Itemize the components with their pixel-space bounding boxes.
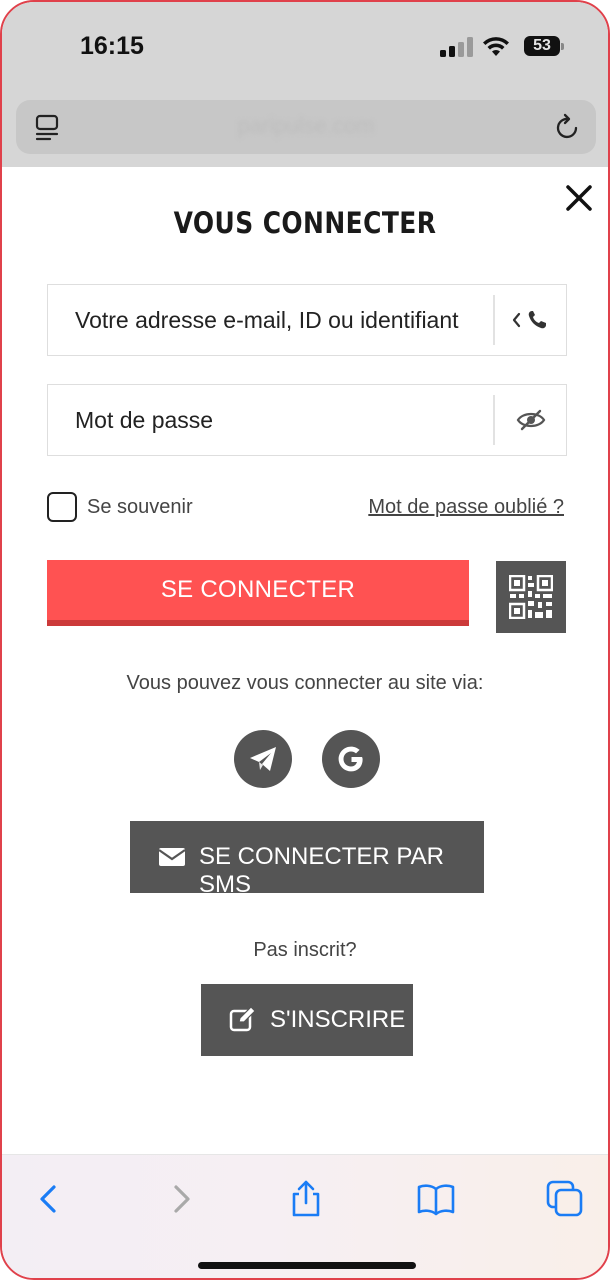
browser-bottom-toolbar (2, 1154, 608, 1278)
cellular-signal-icon (440, 37, 473, 57)
tabs-icon[interactable] (545, 1179, 585, 1219)
register-label: S'INSCRIRE (270, 1006, 406, 1033)
field-divider (493, 395, 495, 445)
bookmarks-icon[interactable] (416, 1179, 456, 1219)
field-divider (493, 295, 495, 345)
phone-toggle-icon[interactable] (506, 305, 556, 335)
sms-login-button[interactable]: SE CONNECTER PAR SMS (130, 821, 484, 898)
wifi-icon (483, 37, 509, 56)
eye-slash-icon[interactable] (506, 405, 556, 435)
back-icon[interactable] (30, 1179, 70, 1219)
remember-label[interactable]: Se souvenir (87, 496, 193, 519)
remember-checkbox[interactable] (47, 492, 77, 522)
home-indicator (198, 1262, 416, 1269)
phone-frame: 16:15 53 paripulse.com VOUS CONNECTER Vo… (0, 0, 610, 1280)
register-button[interactable]: S'INSCRIRE (201, 984, 413, 1056)
email-input[interactable] (48, 285, 505, 355)
browser-top-bar: 16:15 53 paripulse.com (2, 2, 608, 167)
forgot-password-link[interactable]: Mot de passe oublié ? (368, 496, 564, 519)
login-button[interactable]: SE CONNECTER (47, 560, 469, 626)
telegram-login-button[interactable] (234, 730, 292, 788)
reload-icon[interactable] (554, 112, 582, 142)
address-bar[interactable]: paripulse.com (16, 100, 596, 154)
google-login-button[interactable] (322, 730, 380, 788)
envelope-icon (158, 848, 186, 866)
google-icon (338, 746, 363, 772)
sms-login-label: SE CONNECTER PAR SMS (199, 843, 444, 898)
qr-code-icon (509, 575, 553, 619)
battery-indicator: 53 (524, 36, 564, 56)
telegram-icon (250, 747, 276, 771)
status-time: 16:15 (80, 32, 144, 60)
page-title: VOUS CONNECTER (173, 206, 437, 240)
share-icon[interactable] (286, 1179, 326, 1219)
email-field[interactable] (47, 284, 567, 356)
edit-icon (229, 1006, 256, 1032)
password-field[interactable] (47, 384, 567, 456)
qr-login-button[interactable] (496, 561, 566, 633)
not-registered-text: Pas inscrit? (253, 939, 357, 961)
url-text[interactable]: paripulse.com (16, 113, 596, 139)
close-icon[interactable] (564, 183, 594, 213)
password-input[interactable] (48, 385, 505, 455)
forward-icon[interactable] (160, 1179, 200, 1219)
social-login-caption: Vous pouvez vous connecter au site via: (126, 672, 484, 694)
